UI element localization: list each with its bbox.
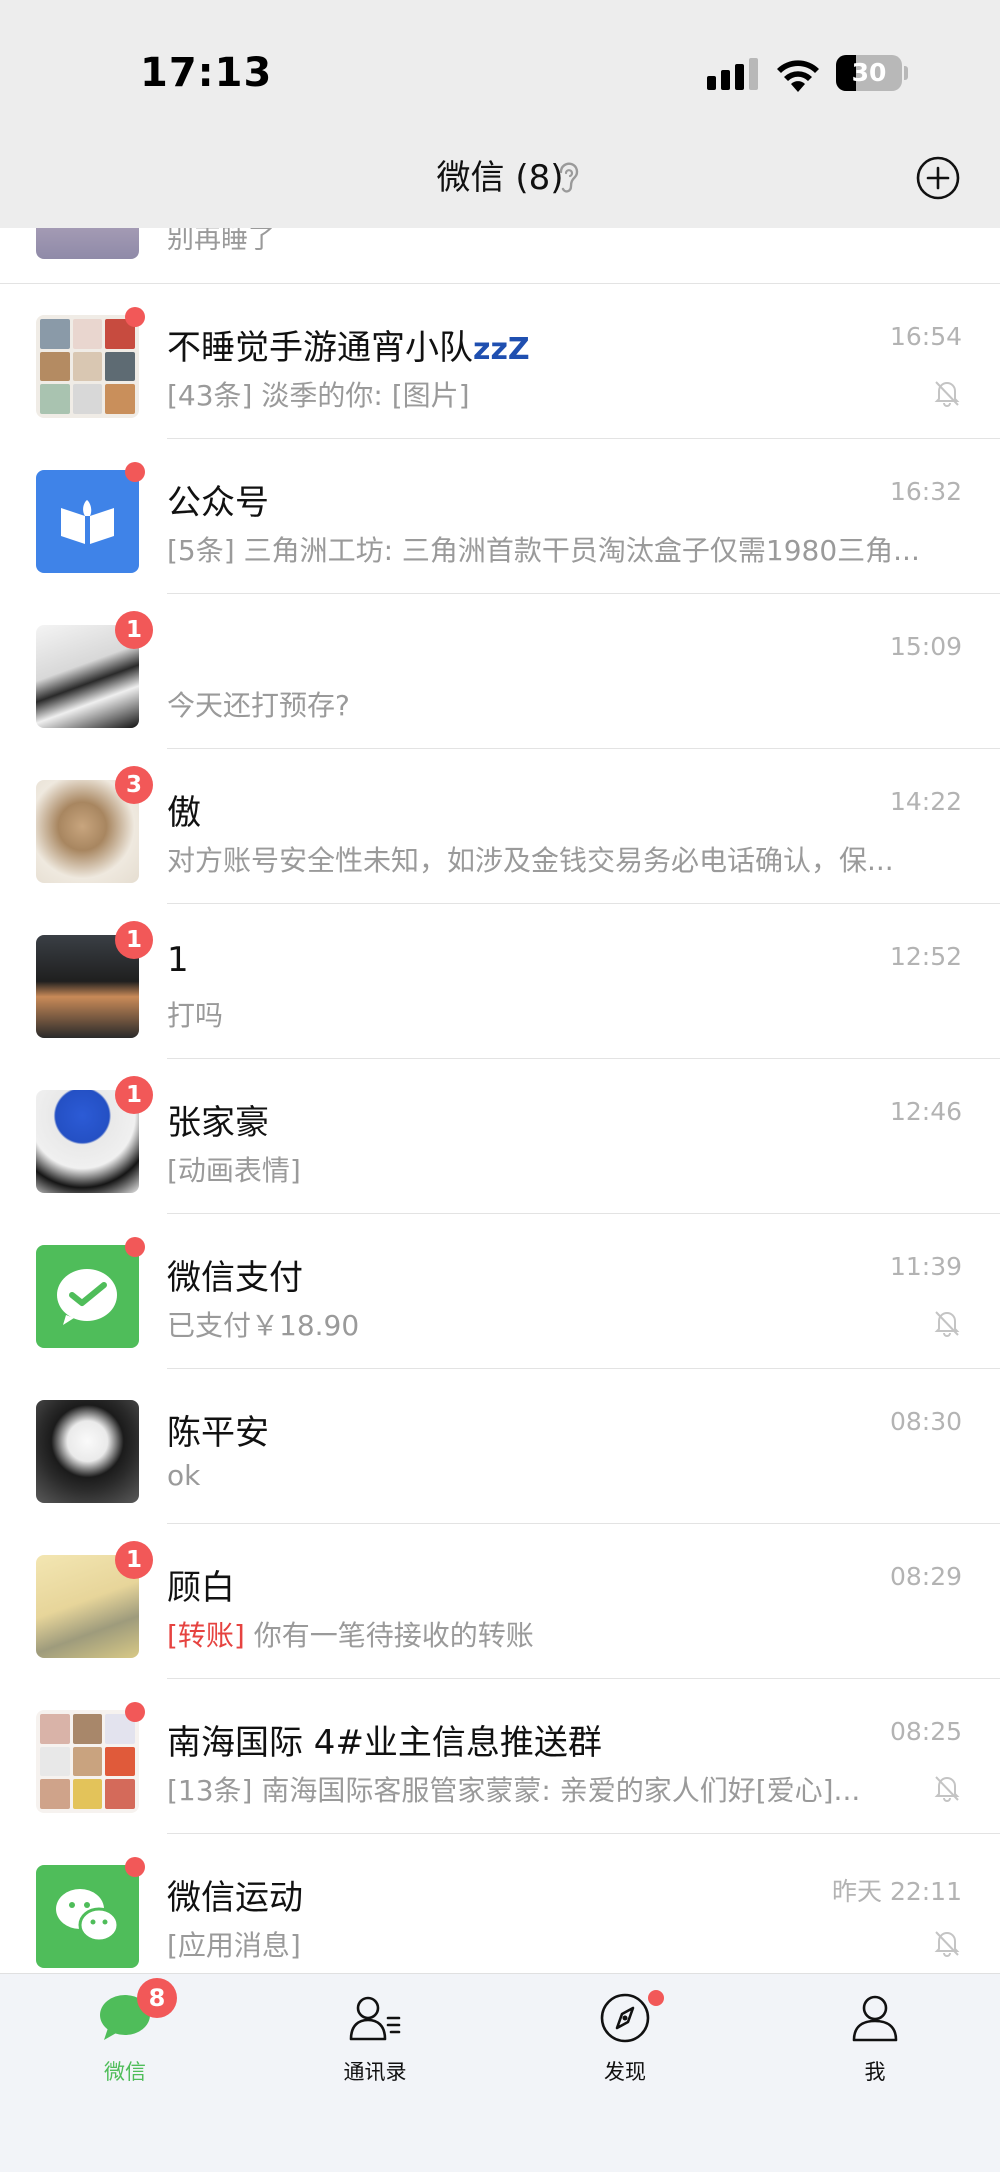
tab-me[interactable]: 我 — [805, 1992, 945, 2112]
battery-percent: 30 — [851, 58, 887, 87]
chat-row[interactable]: 微信运动 昨天 22:11 [应用消息] — [0, 1834, 1000, 1973]
status-bar: 17:13 30 — [0, 0, 1000, 130]
mute-bell-icon — [934, 1931, 960, 1957]
chat-row-partial[interactable]: 别再睡了 — [0, 228, 1000, 283]
unread-dot — [125, 1237, 145, 1257]
transfer-tag: [转账] — [167, 1619, 245, 1652]
chat-row[interactable]: 公众号 16:32 [5条] 三角洲工坊: 三角洲首款干员淘汰盒子仅需1980三… — [0, 439, 1000, 594]
chat-name: 傲 — [167, 793, 201, 833]
unread-badge: 1 — [115, 1541, 153, 1579]
chat-row[interactable]: 1 张家豪 12:46 [动画表情] — [0, 1059, 1000, 1214]
chat-preview: 别再睡了 — [167, 228, 275, 255]
chat-preview: [应用消息] — [167, 1929, 301, 1962]
unread-badge: 1 — [115, 611, 153, 649]
unread-dot — [125, 307, 145, 327]
chat-row[interactable]: 南海国际 4#业主信息推送群 08:25 [13条] 南海国际客服管家蒙蒙: 亲… — [0, 1679, 1000, 1834]
chat-name: 微信运动 — [167, 1878, 303, 1918]
chat-time: 14:22 — [889, 787, 962, 816]
group-avatar — [36, 1710, 139, 1813]
mute-bell-icon — [934, 1311, 960, 1337]
chat-preview: [5条] 三角洲工坊: 三角洲首款干员淘汰盒子仅需1980三角... — [167, 534, 920, 567]
wechat-pay-icon — [36, 1245, 139, 1348]
contacts-icon — [349, 1996, 401, 2041]
tab-label: 我 — [864, 2060, 886, 2084]
chat-list[interactable]: 别再睡了 不睡觉手游通宵小队zzZ 16:54 [43条] 淡季的你: [图片]… — [0, 228, 1000, 1973]
chat-preview: [13条] 南海国际客服管家蒙蒙: 亲爱的家人们好[爱心]... — [167, 1774, 861, 1807]
group-avatar — [36, 315, 139, 418]
mute-bell-icon — [934, 1776, 960, 1802]
chat-time: 12:46 — [889, 1097, 962, 1126]
tab-label: 发现 — [604, 2060, 646, 2084]
me-icon — [852, 1995, 898, 2042]
avatar-image — [36, 1400, 139, 1503]
official-accounts-icon — [36, 470, 139, 573]
unread-badge: 1 — [115, 1076, 153, 1114]
chat-preview: [43条] 淡季的你: [图片] — [167, 379, 470, 412]
earpiece-mode-icon — [559, 162, 579, 193]
cellular-signal-icon — [707, 58, 758, 90]
chat-time: 08:30 — [889, 1407, 962, 1436]
chat-name: 顾白 — [167, 1568, 235, 1608]
unread-badge: 1 — [115, 921, 153, 959]
chat-preview: 今天还打预存? — [167, 689, 350, 722]
tab-bar: 8 微信 通讯录 发现 我 — [0, 1973, 1000, 2172]
nav-bar: 微信 (8) — [0, 130, 1000, 228]
sleep-zzz: zzZ — [473, 332, 530, 367]
chat-time: 16:32 — [889, 477, 962, 506]
chat-row[interactable]: 1 1 12:52 打吗 — [0, 904, 1000, 1059]
chat-preview: 对方账号安全性未知，如涉及金钱交易务必电话确认，保... — [167, 844, 894, 877]
chat-time: 08:29 — [889, 1562, 962, 1591]
chat-name: 陈平安 — [167, 1413, 269, 1453]
chat-name: 微信支付 — [167, 1258, 303, 1298]
unread-badge: 3 — [115, 766, 153, 804]
chat-row[interactable]: 不睡觉手游通宵小队zzZ 16:54 [43条] 淡季的你: [图片] — [0, 284, 1000, 439]
chat-preview: 已支付￥18.90 — [167, 1309, 360, 1342]
chat-row[interactable]: 陈平安 08:30 ok — [0, 1369, 1000, 1524]
unread-dot — [125, 462, 145, 482]
chat-time: 08:25 — [889, 1717, 962, 1746]
chat-row[interactable]: 3 傲 14:22 对方账号安全性未知，如涉及金钱交易务必电话确认，保... — [0, 749, 1000, 904]
chat-name: 1 — [167, 940, 189, 980]
chat-preview: [转账] 你有一笔待接收的转账 — [167, 1619, 534, 1652]
unread-dot — [125, 1702, 145, 1722]
chat-name: 不睡觉手游通宵小队zzZ — [167, 328, 530, 368]
wifi-icon — [777, 60, 819, 92]
chat-time: 12:52 — [889, 942, 962, 971]
chat-preview: ok — [167, 1459, 201, 1492]
chat-row[interactable]: 1 15:09 今天还打预存? — [0, 594, 1000, 749]
mute-bell-icon — [934, 381, 960, 407]
status-time: 17:13 — [140, 50, 273, 96]
chat-preview: [动画表情] — [167, 1154, 301, 1187]
tab-contacts[interactable]: 通讯录 — [305, 1992, 445, 2112]
page-title: 微信 (8) — [436, 158, 564, 198]
chat-name: 张家豪 — [167, 1103, 269, 1143]
chat-time: 16:54 — [889, 322, 962, 351]
chat-time: 15:09 — [889, 632, 962, 661]
discover-icon — [600, 1993, 650, 2043]
tab-badge: 8 — [137, 1978, 177, 2018]
chat-row[interactable]: 微信支付 11:39 已支付￥18.90 — [0, 1214, 1000, 1369]
chat-name: 南海国际 4#业主信息推送群 — [167, 1723, 602, 1763]
tab-discover[interactable]: 发现 — [555, 1990, 695, 2112]
unread-dot — [125, 1857, 145, 1877]
wechat-sport-icon — [36, 1865, 139, 1968]
avatar — [36, 228, 139, 259]
chat-row[interactable]: 1 顾白 08:29 [转账] 你有一笔待接收的转账 — [0, 1524, 1000, 1679]
battery-icon: 30 — [836, 55, 908, 91]
chat-preview: 打吗 — [167, 999, 224, 1032]
chat-time: 昨天 22:11 — [832, 1877, 962, 1906]
tab-dot — [648, 1990, 664, 2006]
chat-name: 公众号 — [167, 483, 269, 523]
tab-label: 通讯录 — [343, 2060, 407, 2084]
tab-label: 微信 — [104, 2060, 146, 2084]
tab-chats[interactable]: 8 微信 — [55, 1978, 195, 2112]
add-button[interactable] — [915, 155, 961, 201]
chat-time: 11:39 — [889, 1252, 962, 1281]
